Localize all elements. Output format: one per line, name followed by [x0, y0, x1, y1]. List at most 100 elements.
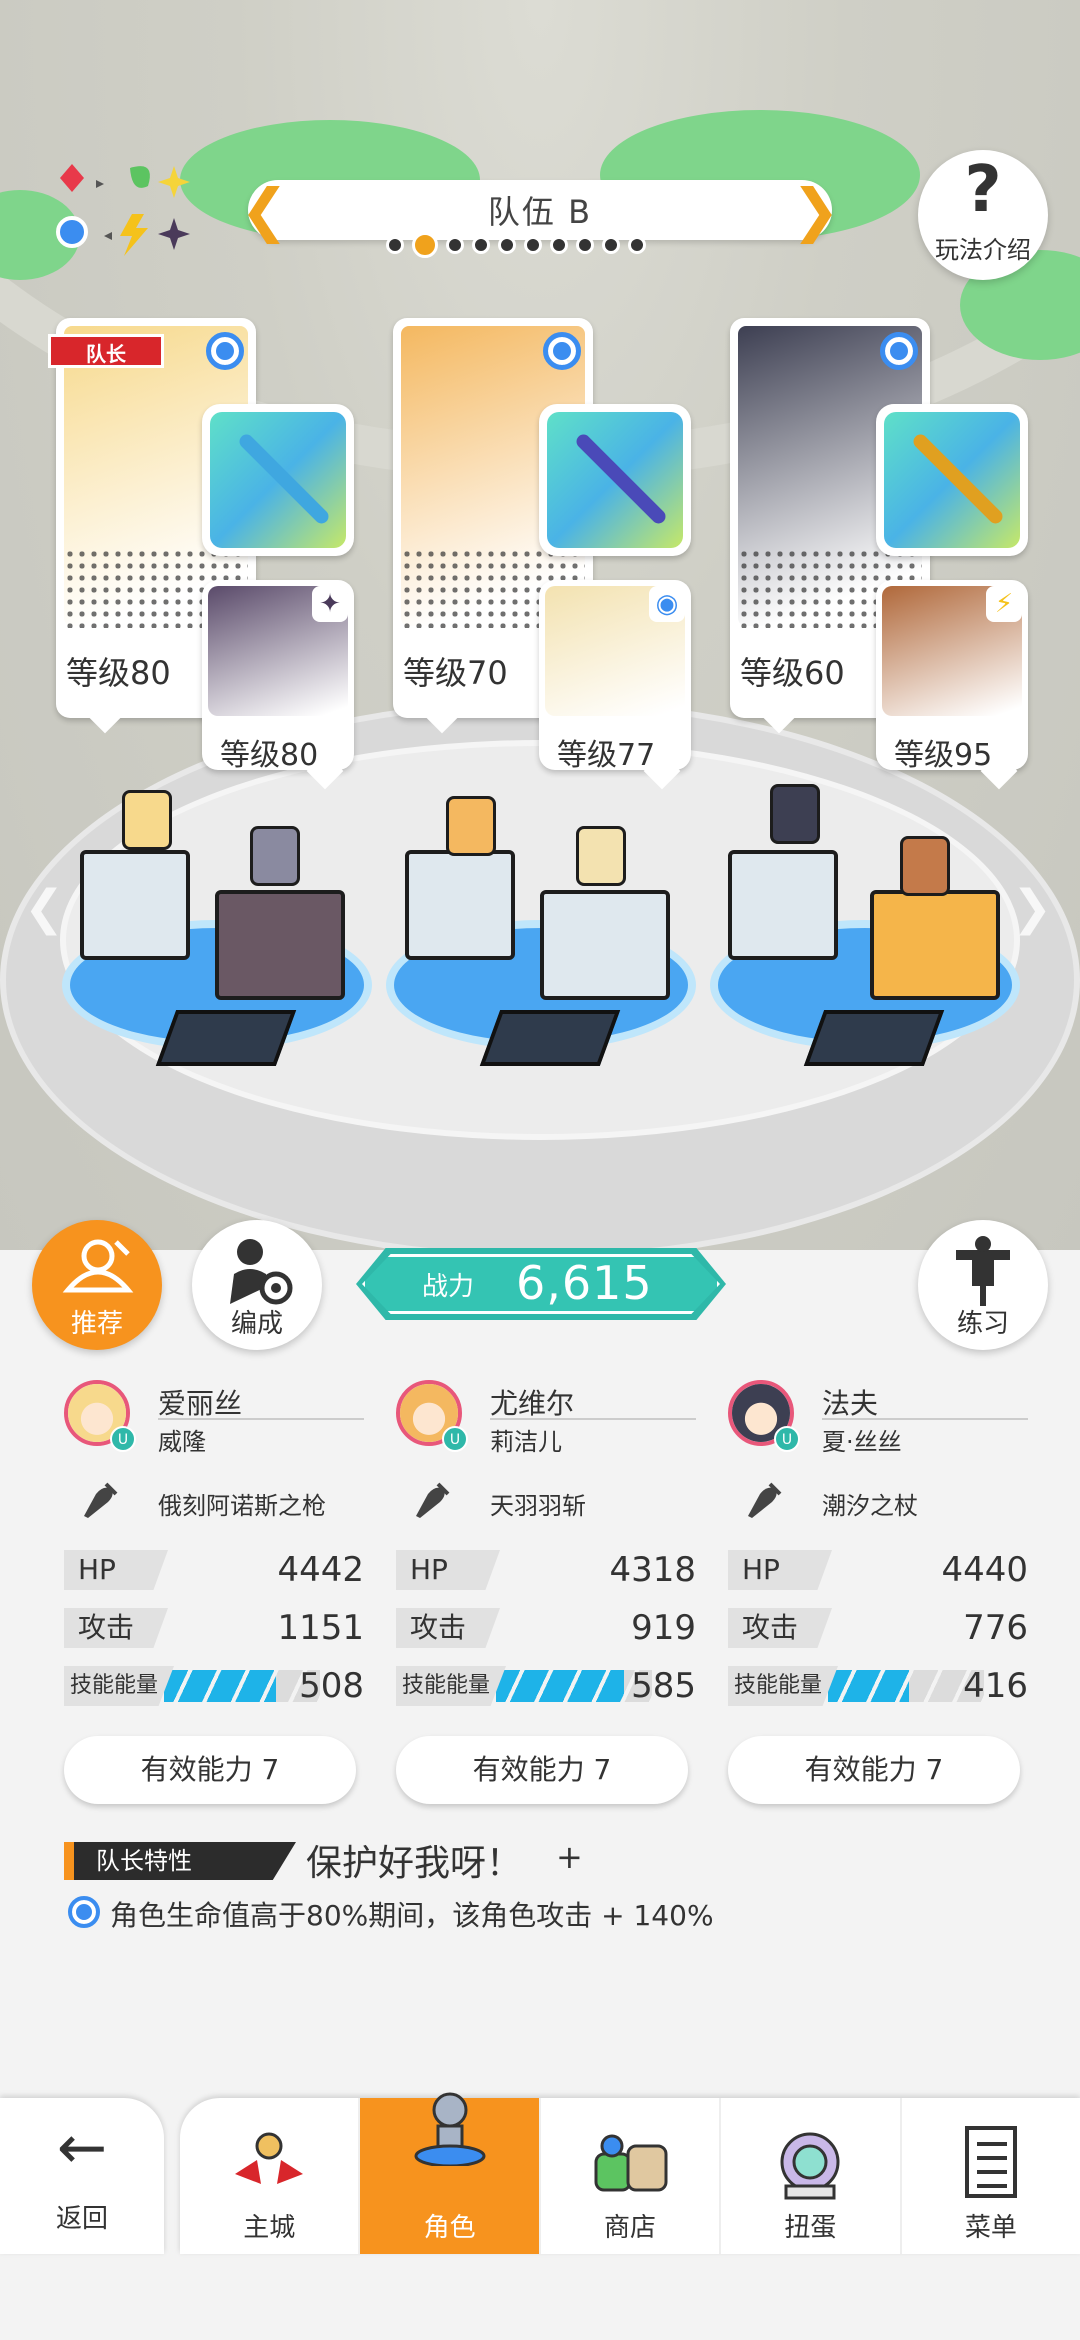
hp-row: HP 4318 [396, 1550, 696, 1590]
pixel-chip [479, 1010, 621, 1066]
previous-team-arrow-icon[interactable]: ❮ [240, 181, 289, 239]
help-button[interactable]: ? 玩法介绍 [918, 150, 1048, 280]
support-character-card[interactable]: ✦ 等级80 [202, 580, 354, 770]
character-icon [414, 2092, 486, 2166]
support-character-card[interactable]: ⚡ 等级95 [876, 580, 1028, 770]
nav-tabs: 主城 角色 商店 扭蛋 菜单 [180, 2092, 1080, 2254]
nav-tab-shop[interactable]: 商店 [538, 2098, 719, 2254]
attack-label: 攻击 [728, 1608, 832, 1648]
practice-button[interactable]: 练习 [918, 1220, 1048, 1350]
practice-label: 练习 [956, 1309, 1009, 1339]
water-element-icon [68, 1896, 100, 1928]
pixel-block [540, 890, 670, 1000]
u-badge-icon: U [110, 1426, 136, 1452]
weapon-slot[interactable] [876, 404, 1028, 556]
recommend-button[interactable]: 推荐 [32, 1220, 162, 1350]
skill-energy-row: 技能能量 508 [64, 1666, 364, 1706]
support-character-card[interactable]: ◉ 等级77 [539, 580, 691, 770]
formation-button[interactable]: 编成 [192, 1220, 322, 1350]
attack-value: 1151 [277, 1608, 364, 1648]
weapon-slot-icon [416, 1482, 450, 1518]
leader-trait-name[interactable]: 保护好我呀！ [306, 1834, 522, 1886]
skill-energy-value: 585 [631, 1666, 696, 1706]
water-element-icon: ◉ [649, 586, 685, 622]
combat-power-value: 6,615 [516, 1256, 653, 1310]
team-page-dot[interactable] [628, 236, 646, 254]
weapon-slot[interactable] [539, 404, 691, 556]
team-selector: ❮ 队伍 B ❯ [240, 180, 840, 240]
pixel-character-sprite[interactable] [770, 784, 820, 844]
pixel-character-sprite[interactable] [122, 790, 172, 850]
support-character-name: 夏·丝丝 [822, 1428, 902, 1456]
back-label: 返回 [55, 2204, 108, 2234]
question-mark-icon: ? [964, 153, 1002, 227]
skill-energy-label: 技能能量 [728, 1666, 838, 1706]
skill-energy-bar [828, 1670, 984, 1702]
skill-energy-fill [496, 1670, 624, 1702]
stage-right-arrow-icon[interactable]: ❯ [1012, 880, 1052, 936]
attack-value: 919 [631, 1608, 696, 1648]
combat-power-label: 战力 [422, 1272, 475, 1302]
team-page-dot[interactable] [550, 236, 568, 254]
skill-energy-bar [496, 1670, 652, 1702]
team-page-dot[interactable] [446, 236, 464, 254]
attack-value: 776 [963, 1608, 1028, 1648]
leader-trait-expand-icon[interactable]: + [556, 1838, 583, 1876]
weapon-slot[interactable] [202, 404, 354, 556]
weapon-name: 天羽羽斩 [490, 1492, 586, 1520]
water-element-icon [880, 332, 918, 370]
effective-ability-button[interactable]: 有效能力 7 [64, 1736, 356, 1804]
hp-label: HP [396, 1550, 500, 1590]
gacha-icon [780, 2132, 840, 2200]
hp-value: 4318 [609, 1550, 696, 1590]
team-page-dot[interactable] [412, 232, 438, 258]
effective-ability-button[interactable]: 有效能力 7 [396, 1736, 688, 1804]
bottom-navigation: ← 返回 主城 角色 商店 扭蛋 菜单 [0, 2092, 1080, 2340]
team-page-dot[interactable] [602, 236, 620, 254]
element-chart-icon[interactable] [52, 160, 192, 260]
character-name: 爱丽丝 [158, 1387, 243, 1420]
nav-tab-character[interactable]: 角色 [358, 2092, 539, 2254]
pixel-chip [803, 1010, 945, 1066]
back-button[interactable]: ← 返回 [0, 2098, 164, 2254]
weapon-art [884, 412, 1020, 548]
leader-trait-tag: 队长特性 [64, 1842, 296, 1880]
castle-icon [235, 2132, 304, 2184]
team-page-dot[interactable] [386, 236, 404, 254]
team-page-dot[interactable] [498, 236, 516, 254]
skill-energy-row: 技能能量 416 [728, 1666, 1028, 1706]
skill-energy-label: 技能能量 [64, 1666, 174, 1706]
pixel-character-sprite[interactable] [446, 796, 496, 856]
combat-power-display: 战力 6,615 [356, 1248, 726, 1320]
formation-gear-icon [230, 1239, 293, 1305]
team-page-indicator [386, 232, 646, 258]
effective-ability-button[interactable]: 有效能力 7 [728, 1736, 1020, 1804]
skill-energy-value: 508 [299, 1666, 364, 1706]
hp-value: 4440 [941, 1550, 1028, 1590]
pixel-character-sprite[interactable] [576, 826, 626, 886]
nav-tab-gacha[interactable]: 扭蛋 [719, 2098, 899, 2254]
stage-left-arrow-icon[interactable]: ❮ [24, 880, 64, 936]
pixel-character-sprite[interactable] [250, 826, 300, 886]
dark-element-icon: ✦ [312, 586, 348, 622]
next-team-arrow-icon[interactable]: ❯ [791, 181, 840, 239]
team-page-dot[interactable] [524, 236, 542, 254]
nav-tab-label: 角色 [423, 2213, 476, 2243]
u-badge-icon: U [774, 1426, 800, 1452]
team-page-dot[interactable] [576, 236, 594, 254]
skill-energy-value: 416 [963, 1666, 1028, 1706]
nav-tab-label: 商店 [604, 2213, 657, 2243]
character-name: 法夫 [822, 1387, 879, 1420]
hp-label: HP [64, 1550, 168, 1590]
nav-tab-castle[interactable]: 主城 [180, 2098, 358, 2254]
attack-row: 攻击 1151 [64, 1608, 364, 1648]
name-divider [158, 1418, 364, 1420]
team-page-dot[interactable] [472, 236, 490, 254]
pixel-block [80, 850, 190, 960]
leader-badge: 队长 [48, 334, 164, 368]
nav-tab-menu[interactable]: 菜单 [899, 2098, 1080, 2254]
character-level: 等级60 [740, 654, 845, 692]
water-element-icon [206, 332, 244, 370]
pixel-character-sprite[interactable] [900, 836, 950, 896]
support-character-level: 等级95 [894, 738, 993, 770]
